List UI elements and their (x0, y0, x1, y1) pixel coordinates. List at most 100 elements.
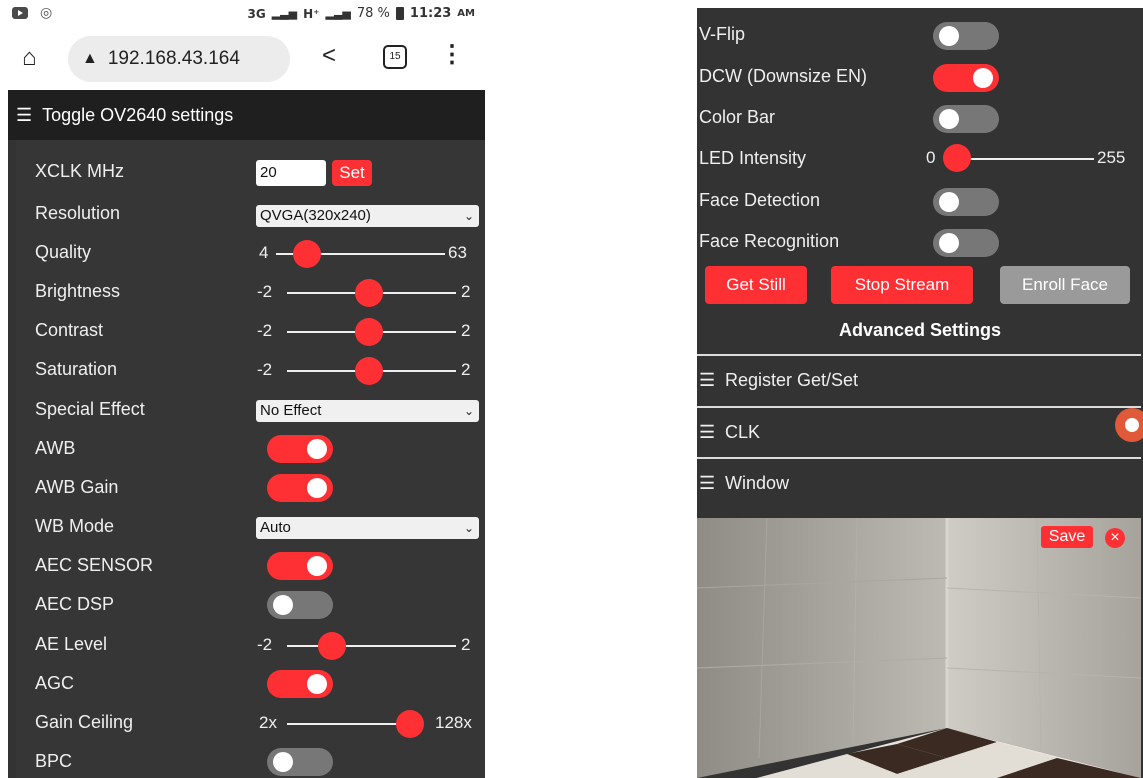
hamburger-icon: ☰ (699, 370, 716, 390)
face-recognition-row: Face Recognition (699, 223, 1139, 259)
ae-level-slider-handle[interactable] (318, 632, 346, 660)
settings-panel: ☰ Toggle OV2640 settings XCLK MHz 20 Set… (8, 90, 485, 778)
hamburger-icon: ☰ (699, 422, 716, 442)
warning-icon[interactable]: ▲ (82, 50, 98, 68)
face-recognition-toggle[interactable] (933, 229, 999, 257)
close-stream-button[interactable]: × (1105, 528, 1125, 548)
color-bar-toggle[interactable] (933, 105, 999, 133)
special-effect-value: No Effect (260, 402, 322, 419)
settings-toggle-label: Toggle OV2640 settings (42, 104, 234, 125)
aec-sensor-label: AEC SENSOR (35, 555, 154, 575)
battery-icon (395, 7, 404, 20)
ae-level-slider-track[interactable] (287, 645, 456, 647)
settings-panel-lower: V-Flip DCW (Downsize EN) Color Bar LED I… (697, 8, 1143, 778)
wb-mode-label: WB Mode (35, 516, 115, 536)
aec-sensor-toggle[interactable] (267, 552, 333, 580)
led-intensity-slider-track[interactable] (954, 158, 1094, 160)
get-still-button[interactable]: Get Still (705, 266, 807, 304)
awb-gain-toggle[interactable] (267, 474, 333, 502)
saturation-min: -2 (257, 360, 273, 379)
chevron-down-icon: ⌄ (463, 404, 474, 418)
brightness-slider-handle[interactable] (355, 279, 383, 307)
gain-ceiling-slider-handle[interactable] (396, 710, 424, 738)
toggle-knob (273, 752, 293, 772)
dcw-row: DCW (Downsize EN) (699, 58, 1139, 94)
hamburger-icon: ☰ (699, 473, 716, 493)
xclk-input[interactable]: 20 (256, 160, 326, 186)
youtube-notification-icon (12, 6, 28, 19)
hamburger-icon: ☰ (16, 104, 33, 125)
window-section[interactable]: ☰ Window (697, 457, 1141, 509)
register-get-set-label: Register Get/Set (725, 370, 859, 390)
face-detection-toggle[interactable] (933, 188, 999, 216)
hotspot-icon: ◎ (40, 4, 53, 20)
ae-level-label: AE Level (35, 634, 108, 654)
saturation-max: 2 (461, 360, 471, 379)
vflip-toggle[interactable] (933, 22, 999, 50)
clock: 11:23 (409, 6, 452, 21)
led-intensity-min: 0 (926, 148, 936, 167)
ae-level-row: AE Level -2 2 (35, 629, 485, 661)
url-text: 192.168.43.164 (107, 48, 240, 69)
chevron-down-icon: ⌄ (463, 521, 474, 535)
xclk-label: XCLK MHz (35, 161, 125, 181)
toggle-knob (307, 439, 327, 459)
toggle-knob (939, 26, 959, 46)
resolution-row: Resolution QVGA(320x240) ⌄ (35, 198, 485, 230)
tab-switcher-button[interactable]: 15 (383, 45, 407, 69)
register-get-set-section[interactable]: ☰ Register Get/Set (697, 354, 1141, 406)
awb-row: AWB (35, 433, 485, 465)
overflow-menu-icon[interactable]: ⋮ (440, 40, 464, 69)
gain-ceiling-row: Gain Ceiling 2x 128x (35, 707, 485, 739)
enroll-face-button[interactable]: Enroll Face (1000, 266, 1130, 304)
quality-slider-handle[interactable] (293, 240, 321, 268)
special-effect-select[interactable]: No Effect ⌄ (256, 400, 479, 422)
agc-row: AGC (35, 668, 485, 700)
special-effect-label: Special Effect (35, 399, 145, 419)
awb-toggle[interactable] (267, 435, 333, 463)
signal-icon: ▂▃▅ (271, 7, 298, 20)
bpc-row: BPC (35, 746, 485, 778)
contrast-min: -2 (257, 321, 273, 340)
led-intensity-row: LED Intensity 0 255 (699, 140, 1139, 176)
floating-eye-icon[interactable] (1115, 408, 1143, 442)
toggle-knob (939, 109, 959, 129)
settings-toggle-header[interactable]: ☰ Toggle OV2640 settings (8, 90, 485, 140)
quality-min: 4 (259, 243, 269, 262)
dcw-label: DCW (Downsize EN) (699, 66, 868, 86)
camera-image (697, 518, 1141, 778)
awb-label: AWB (35, 438, 76, 458)
bpc-toggle[interactable] (267, 748, 333, 776)
contrast-row: Contrast -2 2 (35, 315, 485, 347)
aec-dsp-label: AEC DSP (35, 594, 115, 614)
saturation-slider-handle[interactable] (355, 357, 383, 385)
contrast-max: 2 (461, 321, 471, 340)
gain-ceiling-max: 128x (435, 713, 472, 732)
face-recognition-label: Face Recognition (699, 231, 840, 251)
gain-ceiling-slider-track[interactable] (287, 723, 407, 725)
camera-stream: Save × (697, 518, 1141, 778)
home-icon[interactable]: ⌂ (22, 44, 37, 72)
wb-mode-select[interactable]: Auto ⌄ (256, 517, 479, 539)
share-icon[interactable]: < (322, 42, 336, 70)
resolution-select[interactable]: QVGA(320x240) ⌄ (256, 205, 479, 227)
brightness-row: Brightness -2 2 (35, 276, 485, 308)
status-bar: ◎ 3G ▂▃▅ H⁺ ▂▃▅ 78 % 11:23 AM (0, 0, 485, 28)
aec-dsp-toggle[interactable] (267, 591, 333, 619)
contrast-slider-handle[interactable] (355, 318, 383, 346)
agc-toggle[interactable] (267, 670, 333, 698)
color-bar-label: Color Bar (699, 107, 776, 127)
save-button[interactable]: Save (1041, 526, 1093, 548)
xclk-set-button[interactable]: Set (332, 160, 372, 186)
address-bar[interactable]: ▲ 192.168.43.164 (68, 36, 290, 82)
led-intensity-slider-handle[interactable] (943, 144, 971, 172)
stop-stream-button[interactable]: Stop Stream (831, 266, 973, 304)
clk-section[interactable]: ☰ CLK (697, 406, 1141, 458)
network-type: 3G (247, 6, 266, 21)
toggle-knob (939, 233, 959, 253)
saturation-label: Saturation (35, 359, 118, 379)
bpc-label: BPC (35, 751, 73, 771)
dcw-toggle[interactable] (933, 64, 999, 92)
brightness-max: 2 (461, 282, 471, 301)
gain-ceiling-min: 2x (259, 713, 277, 732)
